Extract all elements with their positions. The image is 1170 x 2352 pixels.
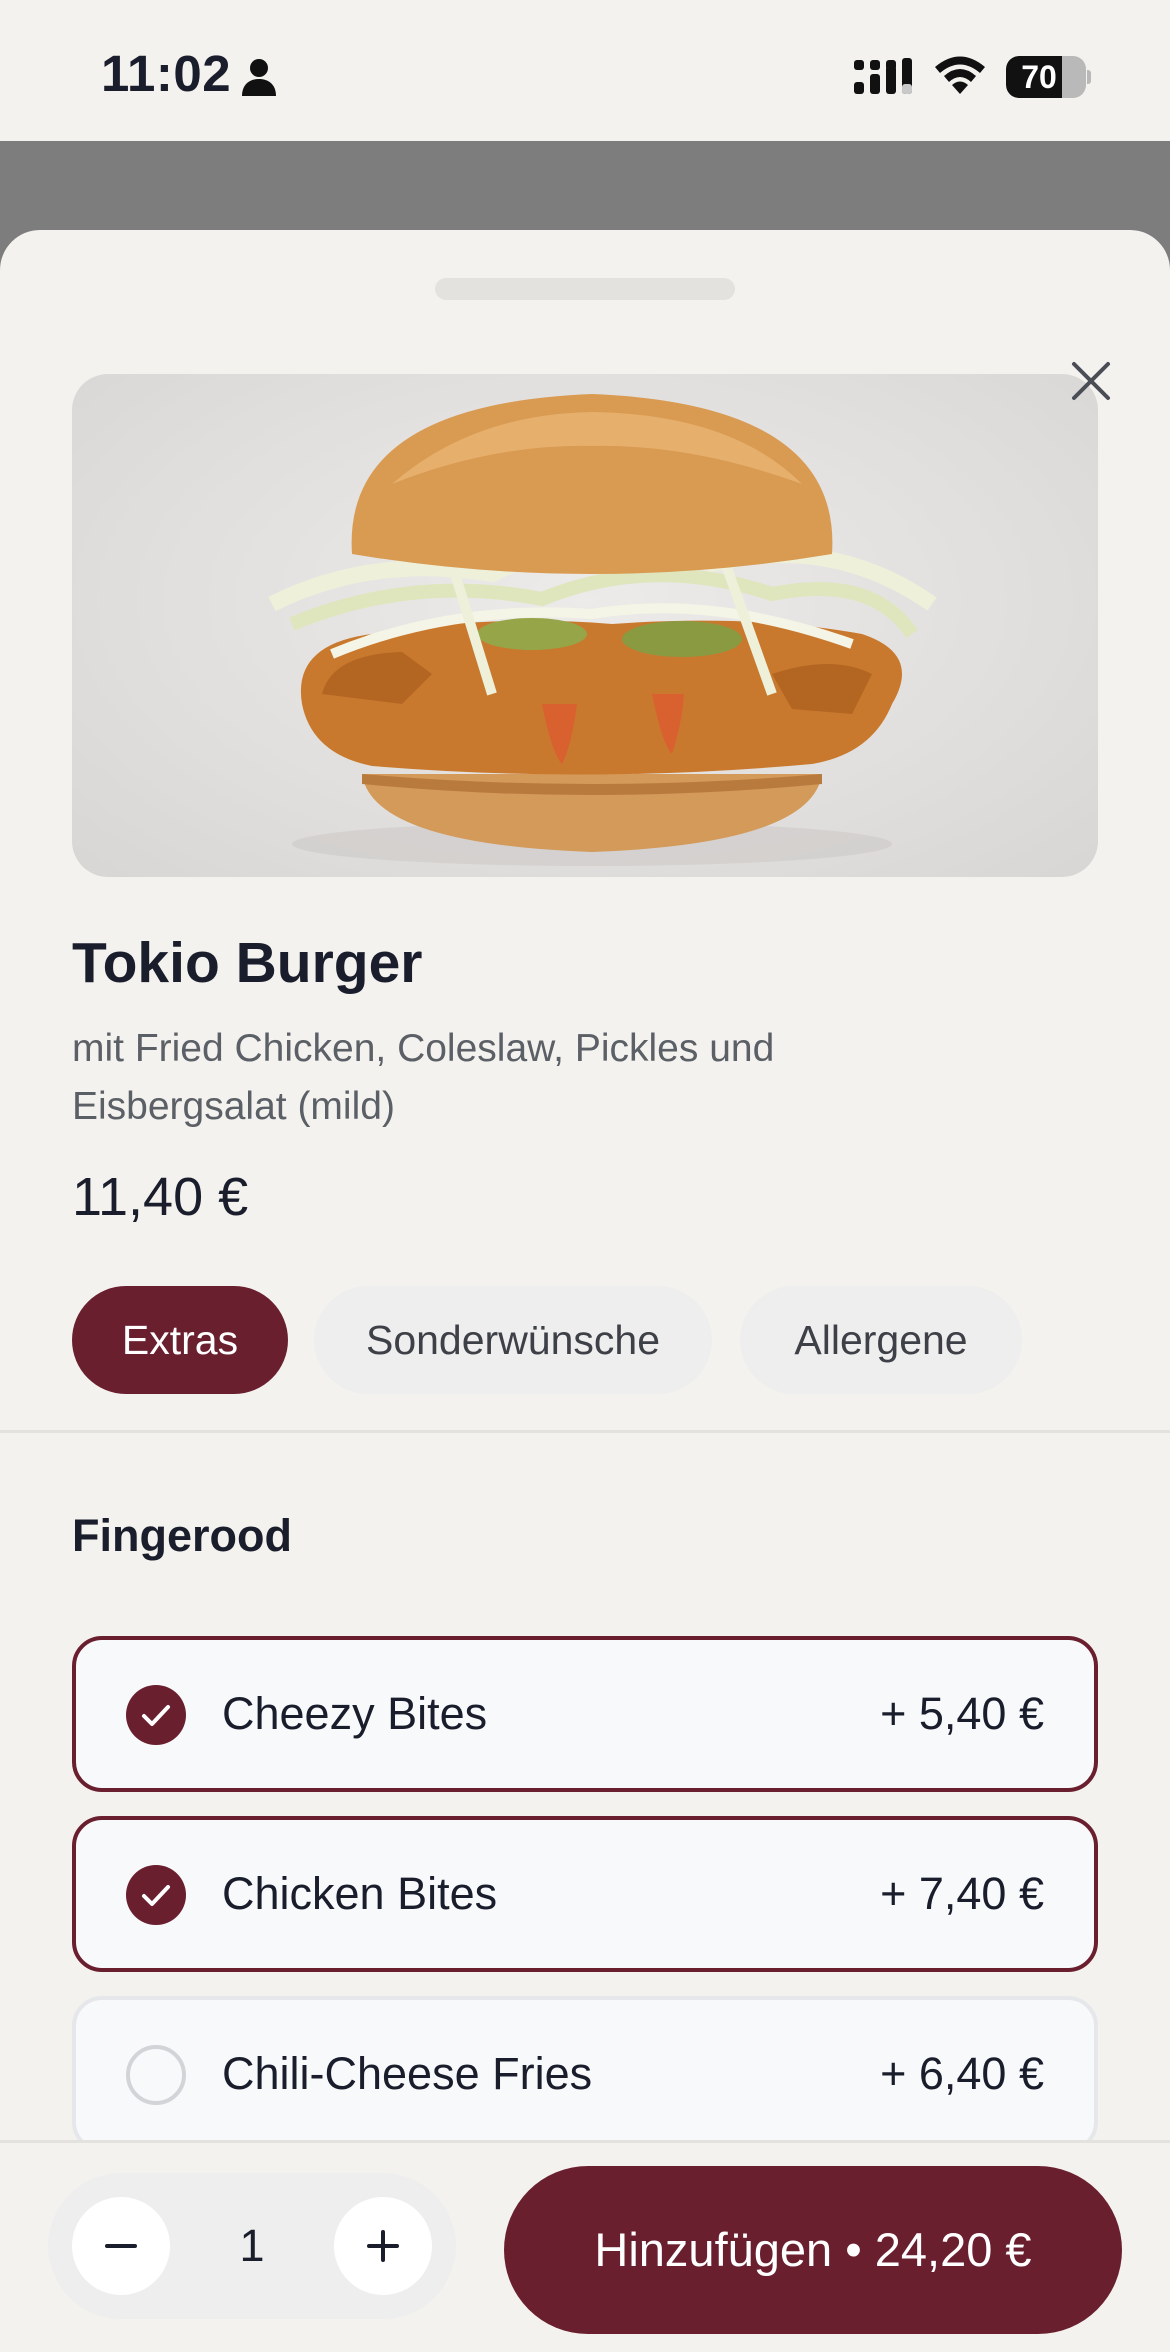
sheet-grabber[interactable] — [435, 278, 735, 300]
quantity-value: 1 — [239, 2220, 265, 2271]
minus-icon — [105, 2244, 137, 2248]
option-chicken-bites[interactable]: Chicken Bites + 7,40 € — [72, 1816, 1098, 1972]
plus-icon — [367, 2230, 399, 2262]
increment-button[interactable] — [334, 2197, 432, 2295]
product-sheet: Tokio Burger mit Fried Chicken, Coleslaw… — [0, 230, 1170, 2352]
option-price: + 7,40 € — [880, 1868, 1044, 1919]
add-to-cart-button[interactable]: Hinzufügen • 24,20 € — [504, 2166, 1122, 2334]
burger-illustration — [268, 394, 937, 866]
signal-icon — [854, 58, 912, 94]
person-icon — [242, 59, 276, 96]
option-price: + 6,40 € — [880, 2048, 1044, 2099]
option-price: + 5,40 € — [880, 1688, 1044, 1739]
product-image — [72, 374, 1098, 877]
checked-icon — [126, 1865, 186, 1925]
decrement-button[interactable] — [72, 2197, 170, 2295]
tab-allergene[interactable]: Allergene — [740, 1286, 1022, 1394]
status-time: 11:02 — [101, 45, 232, 102]
option-label: Chicken Bites — [222, 1868, 498, 1919]
option-label: Cheezy Bites — [222, 1688, 488, 1739]
battery-level: 70 — [1021, 59, 1057, 95]
section-title: Fingerood — [72, 1510, 292, 1561]
close-icon[interactable] — [1066, 356, 1116, 406]
product-description: mit Fried Chicken, Coleslaw, Pickles und… — [72, 1027, 775, 1128]
tab-sonderwuensche[interactable]: Sonderwünsche — [314, 1286, 712, 1394]
battery-icon: 70 — [1006, 56, 1091, 98]
divider — [0, 1430, 1170, 1433]
product-price: 11,40 € — [72, 1167, 249, 1227]
unchecked-icon — [126, 2045, 186, 2105]
tab-extras[interactable]: Extras — [72, 1286, 288, 1394]
option-cheezy-bites[interactable]: Cheezy Bites + 5,40 € — [72, 1636, 1098, 1792]
option-label: Chili-Cheese Fries — [222, 2048, 593, 2099]
wifi-icon — [935, 56, 985, 94]
status-bar: 11:02 70 — [0, 0, 1170, 141]
product-title: Tokio Burger — [72, 931, 423, 995]
checked-icon — [126, 1685, 186, 1745]
option-chili-cheese-fries[interactable]: Chili-Cheese Fries + 6,40 € — [72, 1996, 1098, 2152]
quantity-stepper: 1 — [48, 2173, 456, 2319]
